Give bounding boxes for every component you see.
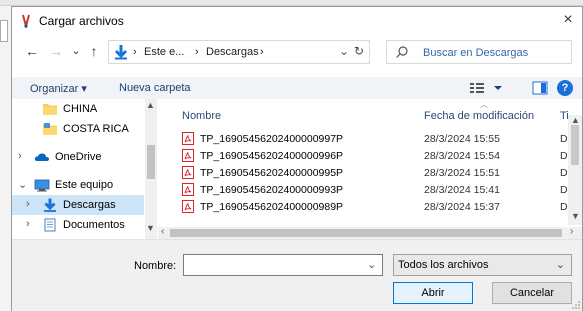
search-input[interactable]: Buscar en Descargas xyxy=(423,47,528,59)
folder-icon xyxy=(43,123,57,135)
background-field xyxy=(0,20,8,42)
chevron-right-icon[interactable]: › xyxy=(26,198,30,210)
scroll-down-arrow[interactable]: ▼ xyxy=(146,223,155,233)
address-bar[interactable]: › Este e... › Descargas › ⌄ xyxy=(108,40,370,64)
navigation-bar: ← → ⌄ ↑ › Este e... › Descargas › ⌄ ↻ Bu… xyxy=(12,37,582,67)
scroll-down-arrow[interactable]: ▼ xyxy=(571,211,580,221)
file-name: TP_16905456202400000997P xyxy=(200,133,344,145)
file-date: 28/3/2024 15:41 xyxy=(424,184,500,196)
forward-button[interactable]: → xyxy=(46,40,66,62)
sidebar-item-costa-rica[interactable]: COSTA RICA xyxy=(12,119,144,139)
breadcrumb-descargas[interactable]: Descargas xyxy=(206,46,259,58)
file-name: TP_16905456202400000996P xyxy=(200,150,344,162)
file-row[interactable]: TP_16905456202400000989P 28/3/2024 15:37… xyxy=(158,199,578,215)
scrollbar-thumb[interactable] xyxy=(147,145,155,179)
scrollbar-thumb[interactable] xyxy=(571,125,579,165)
file-name: TP_16905456202400000989P xyxy=(200,201,344,213)
command-bar: Organizar ▾ Nueva carpeta ? xyxy=(12,77,582,99)
chevron-right-icon[interactable]: › xyxy=(18,150,22,162)
chevron-down-icon[interactable]: ⌄ xyxy=(367,258,376,271)
cancel-button[interactable]: Cancelar xyxy=(492,282,572,304)
pdf-file-icon xyxy=(182,166,194,179)
scroll-left-arrow[interactable]: ‹ xyxy=(161,226,164,237)
search-icon xyxy=(396,46,408,58)
resize-grip-icon[interactable] xyxy=(571,300,581,310)
sidebar-item-onedrive[interactable]: › OneDrive xyxy=(12,147,144,167)
computer-icon xyxy=(34,179,50,192)
pdf-file-icon xyxy=(182,183,194,196)
dialog-footer: Nombre: ⌄ Todos los archivos ⌄ Abrir Can… xyxy=(12,239,582,311)
close-button[interactable]: × xyxy=(556,8,580,32)
download-icon xyxy=(114,45,128,60)
sidebar-item-china[interactable]: CHINA xyxy=(12,99,144,119)
pdf-file-icon xyxy=(182,200,194,213)
file-row[interactable]: TP_16905456202400000995P 28/3/2024 15:51… xyxy=(158,165,578,181)
file-date: 28/3/2024 15:51 xyxy=(424,167,500,179)
file-list-scrollbar[interactable]: ▲ ▼ xyxy=(568,115,582,225)
help-icon[interactable]: ? xyxy=(557,80,573,96)
chevron-down-icon[interactable]: ⌄ xyxy=(18,178,27,191)
back-button[interactable]: ← xyxy=(22,40,42,62)
pdf-file-icon xyxy=(182,149,194,162)
file-date: 28/3/2024 15:55 xyxy=(424,133,500,145)
file-type-value: Todos los archivos xyxy=(398,259,489,271)
download-icon xyxy=(44,198,56,212)
file-open-dialog: Cargar archivos × ← → ⌄ ↑ › Este e... › … xyxy=(11,6,583,311)
file-name-label: Nombre: xyxy=(134,260,177,272)
file-list: ︿ Nombre Fecha de modificación Ti TP_169… xyxy=(158,99,582,239)
preview-pane-icon[interactable] xyxy=(532,81,548,95)
sidebar-item-label: OneDrive xyxy=(55,151,102,163)
recent-locations-button[interactable]: ⌄ xyxy=(66,40,86,62)
up-button[interactable]: ↑ xyxy=(84,40,104,62)
sidebar-item-label: CHINA xyxy=(63,103,98,115)
file-row[interactable]: TP_16905456202400000993P 28/3/2024 15:41… xyxy=(158,182,578,198)
file-name-input[interactable] xyxy=(183,254,383,276)
search-box[interactable]: Buscar en Descargas xyxy=(386,40,572,64)
navigation-pane: CHINA COSTA RICA › OneDrive ⌄ Este equip… xyxy=(12,99,158,239)
organize-button[interactable]: Organizar ▾ xyxy=(30,82,87,95)
sidebar-item-este-equipo[interactable]: ⌄ Este equipo xyxy=(12,175,144,195)
file-name: TP_16905456202400000993P xyxy=(200,184,344,196)
column-header-date[interactable]: Fecha de modificación xyxy=(424,110,534,122)
cloud-icon xyxy=(34,153,49,161)
breadcrumb-sep: › xyxy=(260,46,264,58)
title-bar[interactable]: Cargar archivos × xyxy=(12,7,582,35)
sidebar-item-documentos[interactable]: › Documentos xyxy=(12,215,144,235)
change-view-icon[interactable] xyxy=(468,80,506,96)
sidebar-item-label: COSTA RICA xyxy=(63,123,129,135)
file-row[interactable]: TP_16905456202400000996P 28/3/2024 15:54… xyxy=(158,148,578,164)
new-folder-button[interactable]: Nueva carpeta xyxy=(119,82,191,94)
breadcrumb-sep: › xyxy=(195,46,199,58)
sidebar-item-descargas[interactable]: › Descargas xyxy=(12,195,144,215)
breadcrumb-sep: › xyxy=(133,46,137,58)
sidebar-item-label: Documentos xyxy=(63,219,125,231)
file-name: TP_16905456202400000995P xyxy=(200,167,344,179)
sort-indicator-icon: ︿ xyxy=(480,100,488,109)
scroll-right-arrow[interactable]: › xyxy=(570,226,573,237)
chevron-down-icon: ⌄ xyxy=(555,259,565,271)
file-date: 28/3/2024 15:54 xyxy=(424,150,500,162)
sidebar-item-label: Este equipo xyxy=(55,179,114,191)
scroll-up-arrow[interactable]: ▲ xyxy=(571,115,580,125)
horizontal-scrollbar[interactable]: ‹ › xyxy=(158,226,582,239)
file-type-select[interactable]: Todos los archivos ⌄ xyxy=(393,254,572,276)
file-date: 28/3/2024 15:37 xyxy=(424,201,500,213)
sidebar-item-label: Descargas xyxy=(63,199,116,211)
scroll-up-arrow[interactable]: ▲ xyxy=(146,100,155,110)
documents-icon xyxy=(44,218,56,232)
sidebar-scrollbar[interactable]: ▲ ▼ xyxy=(145,99,157,239)
folder-icon xyxy=(43,104,57,115)
breadcrumb-este-equipo[interactable]: Este e... xyxy=(144,46,184,58)
window-title: Cargar archivos xyxy=(39,14,124,28)
pdf-file-icon xyxy=(182,132,194,145)
open-button[interactable]: Abrir xyxy=(393,282,473,304)
refresh-button[interactable]: ↻ xyxy=(348,40,370,62)
column-header-name[interactable]: Nombre xyxy=(182,110,221,122)
file-row[interactable]: TP_16905456202400000997P 28/3/2024 15:55… xyxy=(158,131,578,147)
app-icon xyxy=(22,14,30,28)
chevron-right-icon[interactable]: › xyxy=(26,218,30,230)
scrollbar-thumb[interactable] xyxy=(170,229,562,237)
